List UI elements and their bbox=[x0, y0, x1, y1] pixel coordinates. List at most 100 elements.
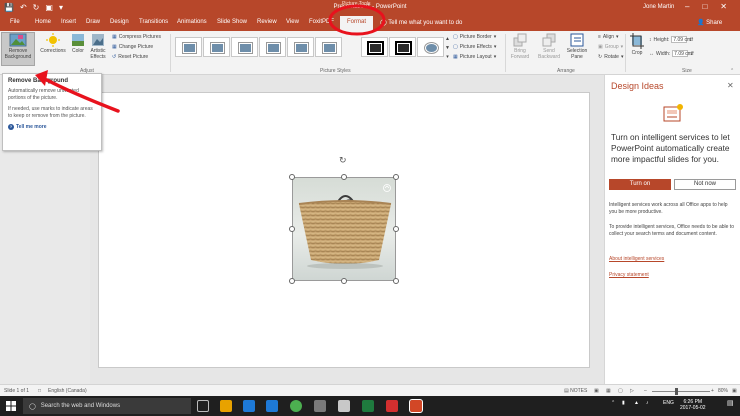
tell-me-more-link[interactable]: ? Tell me more bbox=[8, 124, 96, 130]
edge-icon[interactable] bbox=[243, 400, 255, 412]
tell-me-search[interactable]: ◯ Tell me what you want to do bbox=[380, 19, 462, 26]
gallery-more-icon[interactable]: ▾ bbox=[446, 54, 449, 60]
zoom-in-icon[interactable]: + bbox=[711, 388, 714, 394]
normal-view-icon[interactable]: ▣ bbox=[594, 388, 599, 394]
tab-insert[interactable]: Insert bbox=[61, 19, 76, 25]
rotate-button[interactable]: ↻ Rotate ▾ bbox=[598, 54, 623, 60]
notifications-icon[interactable]: ▤ bbox=[727, 399, 734, 407]
share-button[interactable]: 👤 Share bbox=[697, 19, 722, 26]
resize-handle-right[interactable] bbox=[393, 226, 399, 232]
proofing-icon[interactable]: □ bbox=[38, 388, 41, 394]
zoom-slider-thumb[interactable] bbox=[675, 388, 678, 395]
bring-forward-button[interactable]: Bring Forward bbox=[507, 33, 533, 60]
close-window-icon[interactable]: ✕ bbox=[720, 2, 727, 11]
width-input[interactable]: 7.09 cm bbox=[672, 50, 692, 57]
ribbon-collapse-icon[interactable]: ⌃ bbox=[730, 68, 734, 74]
picture-border-button[interactable]: ▢ Picture Border ▾ bbox=[453, 34, 496, 40]
zoom-slider[interactable] bbox=[652, 391, 710, 392]
height-spinner-icon[interactable]: ⇵ bbox=[689, 37, 693, 43]
picture-layout-button[interactable]: ▦ Picture Layout ▾ bbox=[453, 54, 496, 60]
store-icon[interactable] bbox=[266, 400, 278, 412]
color-button[interactable]: Color bbox=[69, 33, 87, 54]
slide-sorter-view-icon[interactable]: ▦ bbox=[606, 388, 611, 394]
picture-style-1[interactable] bbox=[175, 37, 202, 57]
resize-handle-top[interactable] bbox=[341, 174, 347, 180]
send-backward-button[interactable]: Send Backward bbox=[536, 33, 562, 60]
selected-picture[interactable] bbox=[292, 177, 396, 281]
corrections-button[interactable]: Corrections bbox=[37, 33, 69, 54]
picture-style-8[interactable] bbox=[389, 37, 416, 57]
not-now-button[interactable]: Not now bbox=[674, 179, 736, 190]
crop-button[interactable]: Crop bbox=[627, 33, 647, 56]
battery-icon[interactable]: ▮ bbox=[622, 400, 625, 406]
zoom-out-icon[interactable]: – bbox=[644, 388, 647, 394]
windows-start-icon[interactable] bbox=[6, 401, 16, 411]
gallery-scroll[interactable]: ▲ ▼ ▾ bbox=[445, 36, 450, 60]
resize-handle-bottom-right[interactable] bbox=[393, 278, 399, 284]
foxit-reader-icon[interactable] bbox=[386, 400, 398, 412]
powerpoint-icon[interactable] bbox=[409, 399, 423, 413]
picture-style-2[interactable] bbox=[203, 37, 230, 57]
taskbar-search-box[interactable]: ◯ Search the web and Windows bbox=[23, 398, 191, 414]
tab-format[interactable]: Format bbox=[340, 16, 374, 31]
system-clock[interactable]: 6:26 PM 2017-05-02 bbox=[680, 399, 706, 411]
gallery-down-icon[interactable]: ▼ bbox=[445, 45, 450, 51]
notes-button[interactable]: ▤ NOTES bbox=[564, 388, 587, 394]
turn-on-button[interactable]: Turn on bbox=[609, 179, 671, 190]
excel-icon[interactable] bbox=[362, 400, 374, 412]
height-input[interactable]: 7.09 cm bbox=[671, 36, 691, 43]
tab-view[interactable]: View bbox=[286, 19, 299, 25]
language-status[interactable]: English (Canada) bbox=[48, 388, 87, 394]
task-view-icon[interactable] bbox=[197, 400, 209, 412]
file-explorer-icon[interactable] bbox=[220, 400, 232, 412]
remove-background-button[interactable]: Remove Background bbox=[1, 32, 35, 66]
picture-effects-button[interactable]: ▢ Picture Effects ▾ bbox=[453, 44, 496, 50]
about-intelligent-services-link[interactable]: About intelligent services bbox=[609, 256, 664, 262]
network-icon[interactable]: ▲ bbox=[634, 400, 639, 406]
notepad-icon[interactable] bbox=[338, 400, 350, 412]
reset-picture-button[interactable]: ↺ Reset Picture bbox=[112, 54, 148, 60]
resize-handle-top-left[interactable] bbox=[289, 174, 295, 180]
slideshow-view-icon[interactable]: ▷ bbox=[630, 388, 634, 394]
tab-file[interactable]: File bbox=[10, 19, 20, 25]
reading-view-icon[interactable]: ▢ bbox=[618, 388, 623, 394]
tab-animations[interactable]: Animations bbox=[177, 19, 207, 25]
resize-handle-bottom[interactable] bbox=[341, 278, 347, 284]
picture-style-5[interactable] bbox=[287, 37, 314, 57]
artistic-effects-button[interactable]: Artistic Effects bbox=[87, 33, 109, 60]
picture-style-6[interactable] bbox=[315, 37, 342, 57]
change-picture-button[interactable]: ▦ Change Picture bbox=[112, 44, 153, 50]
resize-handle-left[interactable] bbox=[289, 226, 295, 232]
fit-slide-icon[interactable]: ▣ bbox=[732, 388, 737, 394]
width-spinner-icon[interactable]: ⇵ bbox=[690, 51, 694, 57]
tab-home[interactable]: Home bbox=[35, 19, 51, 25]
user-name[interactable]: Jone Martin bbox=[643, 4, 674, 10]
resize-handle-top-right[interactable] bbox=[393, 174, 399, 180]
minimize-icon[interactable]: – bbox=[685, 2, 689, 11]
gallery-up-icon[interactable]: ▲ bbox=[445, 36, 450, 42]
tab-slide-show[interactable]: Slide Show bbox=[217, 19, 247, 25]
zoom-level[interactable]: 80% bbox=[718, 388, 728, 394]
selection-pane-button[interactable]: Selection Pane bbox=[563, 33, 591, 60]
tab-draw[interactable]: Draw bbox=[86, 19, 100, 25]
align-button[interactable]: ≡ Align ▾ bbox=[598, 34, 619, 40]
chrome-icon[interactable] bbox=[290, 400, 302, 412]
volume-icon[interactable]: ♪ bbox=[646, 400, 649, 406]
picture-style-4[interactable] bbox=[259, 37, 286, 57]
tab-design[interactable]: Design bbox=[110, 19, 129, 25]
tab-foxit-pdf[interactable]: FoxitPDF bbox=[309, 19, 334, 25]
picture-style-3[interactable] bbox=[231, 37, 258, 57]
tab-review[interactable]: Review bbox=[257, 19, 277, 25]
maximize-icon[interactable]: □ bbox=[702, 2, 707, 11]
input-language[interactable]: ENG bbox=[663, 400, 674, 406]
resize-handle-bottom-left[interactable] bbox=[289, 278, 295, 284]
privacy-statement-link[interactable]: Privacy statement bbox=[609, 272, 649, 278]
rotate-handle-icon[interactable]: ↻ bbox=[339, 155, 347, 166]
picture-style-7[interactable] bbox=[361, 37, 388, 57]
group-button[interactable]: ▣ Group ▾ bbox=[598, 44, 623, 50]
compress-pictures-button[interactable]: ▦ Compress Pictures bbox=[112, 34, 161, 40]
close-pane-icon[interactable]: ✕ bbox=[727, 81, 734, 90]
settings-icon[interactable] bbox=[314, 400, 326, 412]
picture-style-9[interactable] bbox=[417, 37, 444, 57]
tab-transitions[interactable]: Transitions bbox=[139, 19, 168, 25]
